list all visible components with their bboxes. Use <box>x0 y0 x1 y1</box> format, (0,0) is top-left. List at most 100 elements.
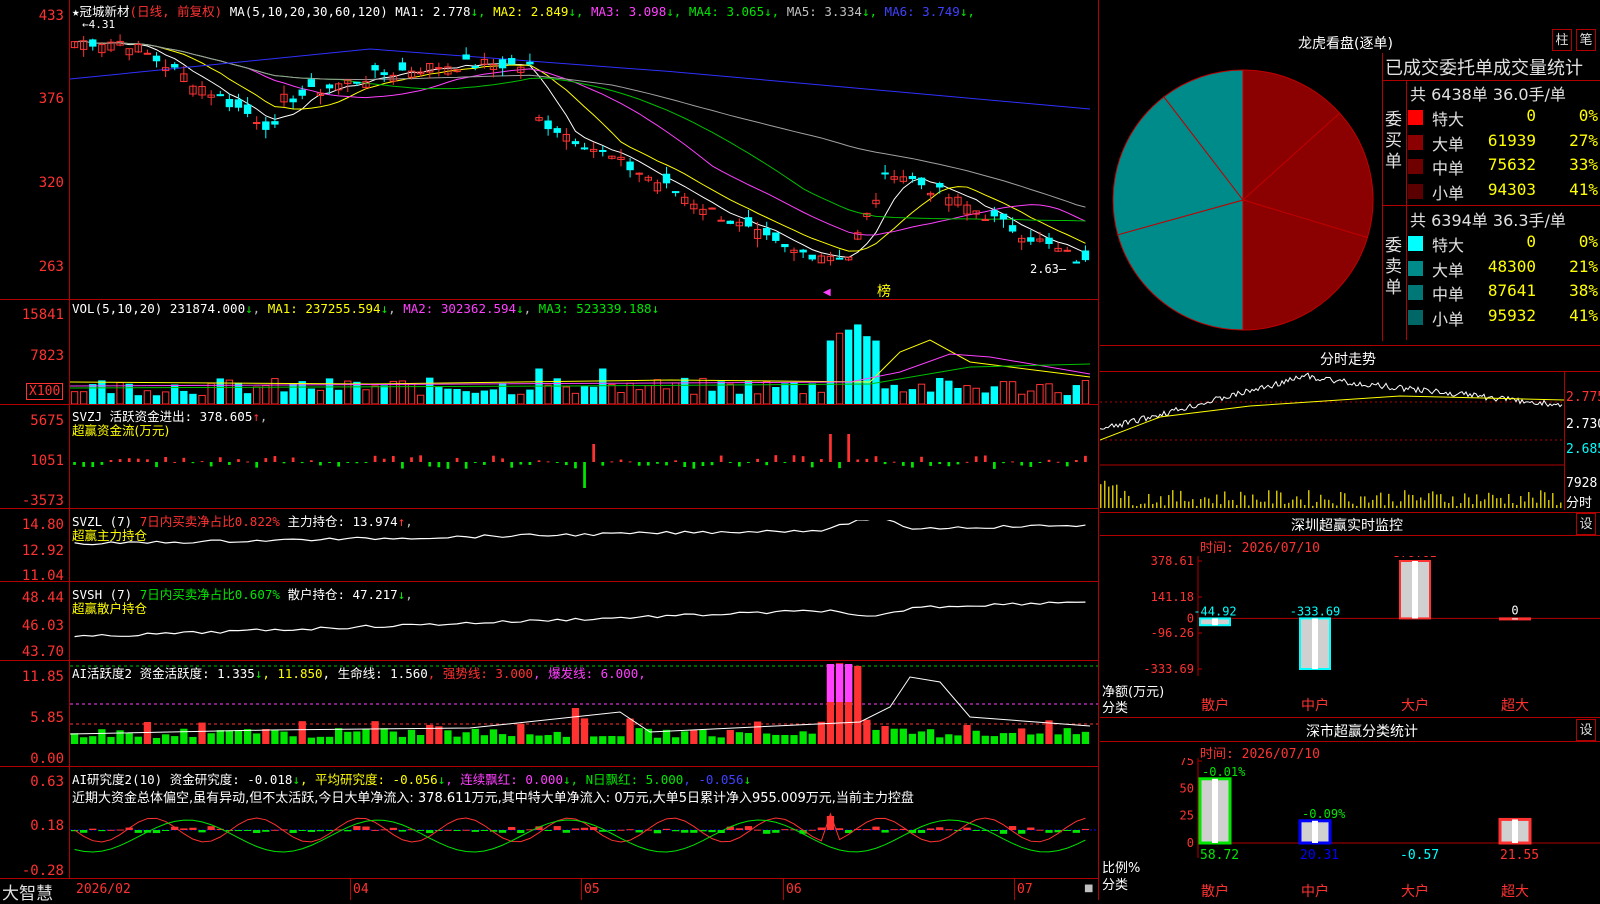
candlestick-chart[interactable] <box>70 14 1098 298</box>
vol-axis-top: 15841 <box>21 307 64 323</box>
activity-bar <box>344 731 352 744</box>
sz-settings-button[interactable]: 设 <box>1576 513 1596 535</box>
legend-swatch <box>1408 260 1423 276</box>
intraday-chart[interactable] <box>1100 372 1564 510</box>
intraday-volume-bar <box>1180 490 1182 508</box>
candle-body <box>917 177 926 186</box>
buy-row: 特大 0 0% <box>1408 105 1598 129</box>
sc-stats-chart[interactable]: 75 50 25 0 -0.01% 58.72 散户 -0.09% 20.31 中户 -0.57 大户… <box>1100 758 1600 900</box>
svzl-axis-bot: 11.04 <box>21 568 64 584</box>
sell-total: 共 6394单 36.3手/单 <box>1410 211 1566 230</box>
research-bar <box>307 830 315 832</box>
svzj-bar <box>410 457 413 462</box>
sc-bar-change: -0.01% <box>1202 765 1246 779</box>
volume-bar <box>362 389 370 404</box>
svzj-bar <box>601 462 605 466</box>
intraday-volume-bar <box>1544 492 1546 508</box>
sz-monitor-chart[interactable]: 378.61 141.18 0 -96.26 -333.69 -44.92 散户 -333.6… <box>1100 556 1600 716</box>
brand-logo[interactable]: 大智慧 <box>2 879 53 904</box>
intraday-volume-bar <box>1460 503 1462 508</box>
svzj-bar <box>246 461 249 463</box>
svsh-svg-line <box>74 601 1086 638</box>
research-bar <box>635 830 643 833</box>
research-avg-line <box>74 819 1086 853</box>
sc-axis-label: 75 <box>1180 758 1194 768</box>
buy-name: 小单 <box>1432 183 1465 203</box>
volume-bar <box>1018 393 1026 404</box>
activity-bar <box>671 737 680 744</box>
volume-chart[interactable] <box>70 312 1098 404</box>
research-bar <box>781 829 789 831</box>
bang-label[interactable]: 榜 <box>877 281 891 301</box>
svzj-bar <box>747 462 750 463</box>
activity-bar <box>480 735 489 744</box>
ai-research-chart[interactable] <box>70 800 1098 878</box>
svzj-bar <box>865 458 869 462</box>
volume-bar <box>799 393 807 404</box>
svzj-axis-mid: 1051 <box>30 453 64 469</box>
svzj-bar <box>209 462 213 467</box>
svzj-bar <box>883 462 887 465</box>
research-bar <box>653 830 662 834</box>
volume-bar <box>626 382 634 404</box>
intraday-volume-bar <box>1264 501 1266 508</box>
ai-activity-chart[interactable] <box>70 662 1098 766</box>
svzj-chart[interactable] <box>70 430 1098 508</box>
intraday-volume-bar <box>1356 505 1358 508</box>
date-07: 07 <box>1017 882 1033 897</box>
intraday-volume-bar <box>1108 486 1110 508</box>
svzj-bar <box>911 462 914 468</box>
intraday-volume-bar <box>1168 495 1170 508</box>
activity-bar <box>990 736 999 744</box>
sz-axis-label: -333.69 <box>1143 662 1194 676</box>
svzj-bar <box>901 462 905 466</box>
svzj-bar <box>82 462 86 467</box>
divider <box>0 660 1099 661</box>
candle-body <box>298 89 306 96</box>
candle-body <box>498 59 507 69</box>
svzj-bar <box>856 459 860 462</box>
svzj-bar <box>738 462 741 467</box>
order-pie-chart[interactable] <box>1108 62 1378 338</box>
svsh-chart[interactable] <box>70 595 1098 660</box>
research-bar <box>344 830 352 832</box>
tick-mode-button[interactable]: 笔 <box>1576 29 1596 51</box>
volume-bar <box>79 391 88 404</box>
volume-bar <box>954 387 962 404</box>
bar-mode-button[interactable]: 柱 <box>1552 29 1572 51</box>
volume-bar <box>699 377 707 404</box>
sc-settings-button[interactable]: 设 <box>1576 719 1596 741</box>
intraday-volume-bar <box>1476 494 1478 508</box>
volume-bar <box>70 391 79 404</box>
lock-icon[interactable]: ■ <box>1084 883 1093 894</box>
ma-line-10 <box>74 40 1086 252</box>
volume-bar <box>225 379 234 404</box>
svzj-axis-bot: -3573 <box>21 493 64 509</box>
svzj-bar <box>983 455 987 462</box>
research-bar <box>298 830 306 831</box>
volume-bar <box>161 391 170 404</box>
vol-unit-button[interactable]: X100 <box>26 383 64 400</box>
research-bar <box>626 829 634 831</box>
activity-bar <box>899 728 907 744</box>
volume-bar <box>435 387 443 404</box>
intraday-volume-bar <box>1444 501 1446 508</box>
intraday-volume-bar <box>1400 501 1402 508</box>
intraday-volume-bar <box>1316 501 1318 508</box>
activity-bar <box>699 729 707 744</box>
svzj-bar <box>191 462 195 464</box>
svzj-bar <box>319 462 322 466</box>
intraday-volume-bar <box>1416 500 1418 508</box>
research-bar <box>444 829 452 831</box>
research-bar <box>253 830 261 834</box>
date-04: 04 <box>353 882 369 897</box>
activity-bar <box>590 736 598 744</box>
research-bar <box>134 830 142 833</box>
date-tick <box>1014 879 1015 900</box>
svzj-bar <box>109 460 113 462</box>
research-bar <box>353 826 361 830</box>
volume-bar <box>963 385 971 404</box>
svzj-bar <box>701 462 705 467</box>
intraday-volume-bar <box>1252 494 1254 508</box>
svzl-chart[interactable] <box>70 520 1098 581</box>
